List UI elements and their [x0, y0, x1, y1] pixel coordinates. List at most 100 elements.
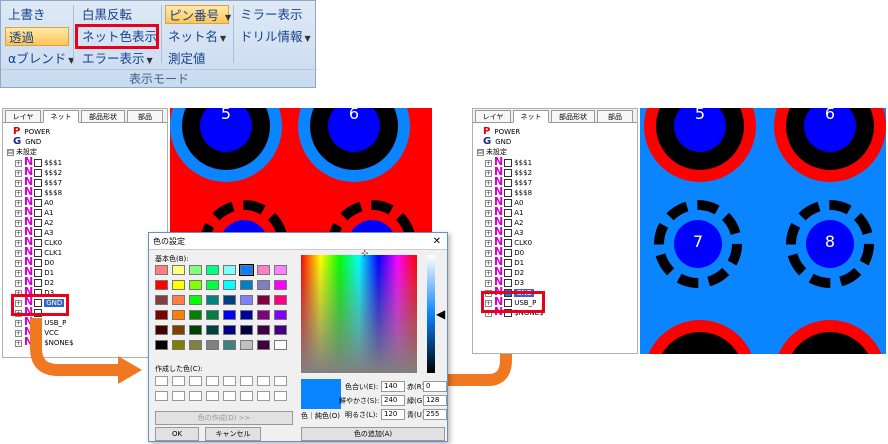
color-spectrum[interactable] — [301, 255, 417, 373]
basic-color-swatch[interactable] — [206, 325, 219, 335]
net-color-swatch[interactable] — [34, 259, 43, 267]
custom-color-swatch[interactable] — [172, 391, 185, 401]
expand-icon[interactable]: + — [485, 169, 492, 177]
expand-icon[interactable]: + — [15, 279, 22, 287]
expand-icon[interactable]: + — [15, 319, 22, 327]
blue-field[interactable]: 255 — [423, 409, 447, 420]
net-item[interactable]: + N $$$7 — [485, 176, 532, 187]
basic-color-swatch[interactable] — [172, 340, 185, 350]
close-icon[interactable]: ✕ — [433, 236, 441, 247]
basic-color-swatch[interactable] — [257, 295, 270, 305]
tab-part-shape[interactable]: 部品形状 — [81, 110, 125, 123]
net-item[interactable]: + N A1 — [15, 206, 53, 217]
net-item[interactable]: + N A1 — [485, 206, 523, 217]
net-color-swatch[interactable] — [34, 219, 43, 227]
net-item[interactable]: + N D1 — [485, 256, 524, 267]
basic-color-swatch[interactable] — [240, 295, 253, 305]
expand-icon[interactable]: + — [485, 189, 492, 197]
net-color-swatch[interactable] — [504, 199, 513, 207]
tab-parts[interactable]: 部品 — [127, 110, 163, 123]
net-item[interactable]: + N $$$1 — [485, 156, 532, 167]
custom-color-swatch[interactable] — [257, 376, 270, 386]
expand-icon[interactable]: + — [485, 219, 492, 227]
expand-icon[interactable]: + — [15, 159, 22, 167]
net-color-swatch[interactable] — [504, 209, 513, 217]
net-item[interactable]: + N D2 — [485, 266, 524, 277]
basic-color-swatch[interactable] — [223, 265, 236, 275]
net-item[interactable]: + N $$$2 — [485, 166, 532, 177]
custom-color-swatch[interactable] — [274, 376, 287, 386]
basic-color-swatch[interactable] — [274, 280, 287, 290]
net-color-swatch[interactable] — [34, 209, 43, 217]
net-item[interactable]: + N D0 — [485, 246, 524, 257]
error-display-dropdown[interactable]: エラー表示 ▼ — [79, 49, 156, 68]
net-item[interactable]: + N A2 — [485, 216, 523, 227]
tab-part-shape[interactable]: 部品形状 — [551, 110, 595, 123]
basic-color-swatch[interactable] — [206, 310, 219, 320]
net-color-swatch[interactable] — [504, 279, 513, 287]
mirror-button[interactable]: ミラー表示 — [237, 5, 306, 24]
tab-layer[interactable]: レイヤ — [5, 110, 41, 123]
drill-info-dropdown[interactable]: ドリル情報 ▼ — [237, 27, 314, 46]
basic-color-swatch[interactable] — [172, 280, 185, 290]
basic-color-swatch[interactable] — [206, 280, 219, 290]
ok-button[interactable]: OK — [155, 427, 199, 441]
expand-icon[interactable]: + — [485, 269, 492, 277]
net-color-swatch[interactable] — [504, 269, 513, 277]
net-item[interactable]: + N D0 — [15, 256, 54, 267]
slider-pointer-icon[interactable]: ◀ — [436, 307, 445, 321]
basic-color-swatch[interactable] — [240, 340, 253, 350]
expand-icon[interactable]: + — [485, 249, 492, 257]
overwrite-button[interactable]: 上書き — [5, 5, 49, 24]
expand-icon[interactable]: + — [485, 239, 492, 247]
tab-parts[interactable]: 部品 — [597, 110, 633, 123]
pin-number-button[interactable]: ピン番号 ▼ — [165, 5, 231, 24]
expand-icon[interactable]: + — [485, 279, 492, 287]
net-item[interactable]: + N D2 — [15, 276, 54, 287]
basic-color-swatch[interactable] — [239, 264, 254, 276]
luminance-slider[interactable] — [427, 255, 435, 373]
custom-color-swatch[interactable] — [172, 376, 185, 386]
custom-color-swatch[interactable] — [223, 391, 236, 401]
basic-color-swatch[interactable] — [172, 310, 185, 320]
net-color-swatch[interactable] — [34, 279, 43, 287]
basic-color-swatch[interactable] — [274, 265, 287, 275]
basic-color-swatch[interactable] — [223, 280, 236, 290]
net-color-swatch[interactable] — [34, 199, 43, 207]
cancel-button[interactable]: キャンセル — [205, 427, 261, 441]
net-item[interactable]: + N $$$1 — [15, 156, 62, 167]
custom-color-swatch[interactable] — [206, 376, 219, 386]
green-field[interactable]: 128 — [423, 395, 447, 406]
basic-color-swatch[interactable] — [257, 325, 270, 335]
basic-color-swatch[interactable] — [155, 295, 168, 305]
custom-color-swatch[interactable] — [206, 391, 219, 401]
net-item[interactable]: + N D3 — [485, 276, 524, 287]
basic-color-swatch[interactable] — [240, 280, 253, 290]
add-color-button[interactable]: 色の追加(A) — [301, 427, 445, 441]
net-color-swatch[interactable] — [504, 189, 513, 197]
net-item[interactable]: + N CLK1 — [15, 246, 62, 257]
board-view-right[interactable]: 5 6 7 8 — [640, 108, 886, 354]
expand-icon[interactable]: + — [485, 259, 492, 267]
net-color-swatch[interactable] — [504, 169, 513, 177]
expand-icon[interactable]: + — [15, 209, 22, 217]
basic-color-swatch[interactable] — [155, 325, 168, 335]
net-item[interactable]: + N A3 — [485, 226, 523, 237]
basic-color-swatch[interactable] — [189, 340, 202, 350]
basic-color-swatch[interactable] — [274, 295, 287, 305]
expand-icon[interactable]: + — [485, 159, 492, 167]
custom-color-swatch[interactable] — [257, 391, 270, 401]
expand-icon[interactable]: + — [15, 199, 22, 207]
net-item[interactable]: + N $$$7 — [15, 176, 62, 187]
net-category-item[interactable]: G GND — [477, 137, 511, 147]
net-color-swatch[interactable] — [504, 159, 513, 167]
custom-color-swatch[interactable] — [223, 376, 236, 386]
basic-color-swatch[interactable] — [274, 325, 287, 335]
net-color-swatch[interactable] — [34, 189, 43, 197]
net-color-swatch[interactable] — [34, 269, 43, 277]
lum-field[interactable]: 120 — [381, 409, 405, 420]
basic-color-swatch[interactable] — [240, 325, 253, 335]
net-color-swatch[interactable] — [34, 229, 43, 237]
tab-net[interactable]: ネット — [513, 110, 549, 123]
custom-color-swatch[interactable] — [189, 376, 202, 386]
